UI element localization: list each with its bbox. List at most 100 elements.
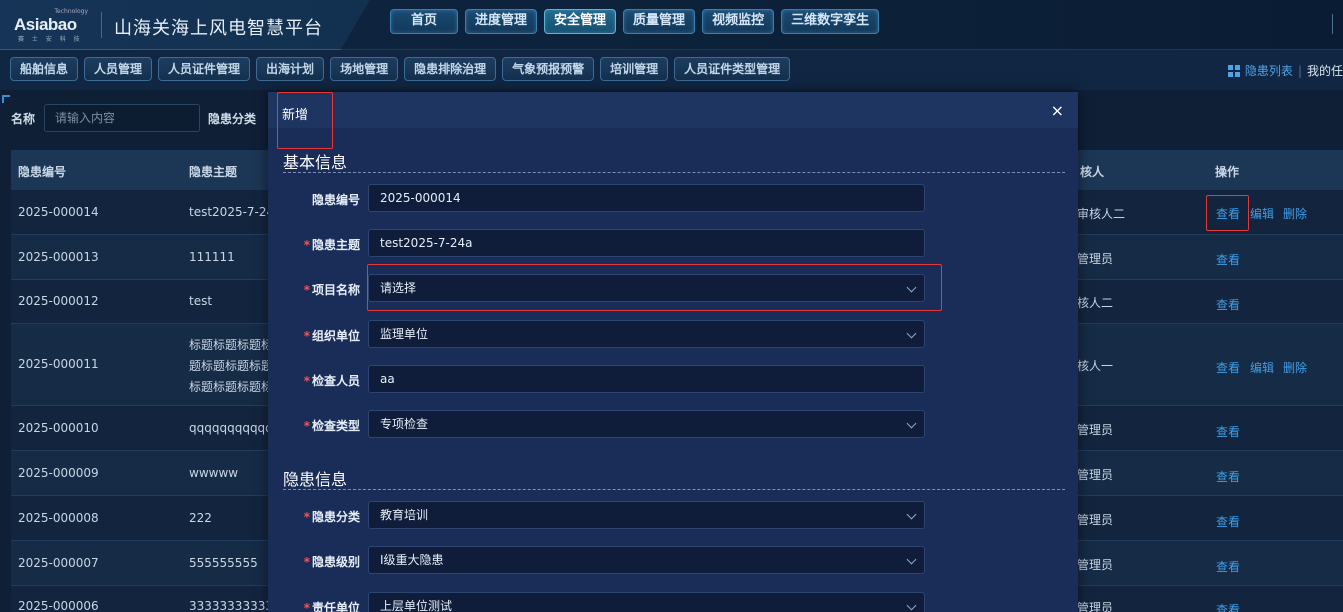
cell-subject: 222 bbox=[189, 511, 212, 525]
view-button[interactable]: 查看 bbox=[1216, 296, 1240, 313]
filter-category-label: 隐患分类 bbox=[208, 112, 257, 126]
label-inspector: * 检查人员 bbox=[303, 374, 360, 388]
label-hazard-subject: * 隐患主题 bbox=[303, 238, 360, 252]
platform-title: 山海关海上风电智慧平台 bbox=[114, 18, 323, 39]
cell-number: 2025-000012 bbox=[18, 294, 99, 308]
hazard-level-select[interactable]: I级重大隐患 bbox=[368, 546, 925, 574]
section-basic-info: 基本信息 bbox=[283, 153, 348, 172]
section-divider bbox=[283, 172, 1065, 173]
view-button[interactable]: 查看 bbox=[1216, 558, 1240, 575]
label-org-unit: * 组织单位 bbox=[303, 329, 360, 343]
subnav-site[interactable]: 场地管理 bbox=[330, 57, 399, 81]
delete-button[interactable]: 删除 bbox=[1283, 205, 1307, 222]
cell-reviewer: 管理员 bbox=[1077, 423, 1114, 437]
label-project-name: * 项目名称 bbox=[303, 283, 360, 297]
add-hazard-dialog: 新增 × 基本信息 隐患编号 2025-000014 * 隐患主题 test202… bbox=[268, 92, 1078, 612]
logo-divider bbox=[101, 12, 102, 38]
view-button[interactable]: 查看 bbox=[1216, 423, 1240, 440]
hazard-category-value: 教育培训 bbox=[380, 508, 429, 522]
view-button[interactable]: 查看 bbox=[1216, 513, 1240, 530]
nav-digital-twin[interactable]: 三维数字孪生 bbox=[781, 9, 880, 34]
hazard-number-field[interactable]: 2025-000014 bbox=[368, 184, 925, 212]
cell-subject-line2: 题标题标题标题 bbox=[189, 359, 274, 373]
cell-number: 2025-000006 bbox=[18, 599, 99, 612]
section-divider bbox=[283, 489, 1065, 490]
cell-subject: 111111 bbox=[189, 250, 235, 264]
logo-tagline: Technology bbox=[54, 8, 88, 15]
view-button-highlight bbox=[1206, 195, 1249, 231]
nav-progress[interactable]: 进度管理 bbox=[465, 9, 538, 34]
org-unit-select[interactable]: 监理单位 bbox=[368, 320, 925, 348]
main-nav: 首页 进度管理 安全管理 质量管理 视频监控 三维数字孪生 bbox=[390, 9, 880, 34]
nav-safety[interactable]: 安全管理 bbox=[544, 9, 617, 34]
th-number: 隐患编号 bbox=[18, 165, 67, 179]
cell-reviewer: 管理员 bbox=[1077, 601, 1114, 612]
sub-nav: 船舶信息 人员管理 人员证件管理 出海计划 场地管理 隐患排除治理 气象预报预警… bbox=[0, 50, 1343, 90]
subnav-personnel[interactable]: 人员管理 bbox=[84, 57, 153, 81]
check-type-value: 专项检查 bbox=[380, 417, 429, 431]
cell-number: 2025-000014 bbox=[18, 205, 99, 219]
cell-reviewer: 管理员 bbox=[1077, 252, 1114, 266]
cell-reviewer: 审核人二 bbox=[1077, 207, 1126, 221]
dialog-header: 新增 × bbox=[268, 92, 1078, 128]
hazard-subject-field[interactable]: test2025-7-24a bbox=[368, 229, 925, 257]
subnav-training[interactable]: 培训管理 bbox=[600, 57, 669, 81]
org-unit-value: 监理单位 bbox=[380, 327, 429, 341]
subnav-hazard[interactable]: 隐患排除治理 bbox=[404, 57, 497, 81]
cell-subject-line3: 标题标题标题标 bbox=[189, 380, 274, 394]
nav-home[interactable]: 首页 bbox=[390, 9, 459, 34]
view-button[interactable]: 查看 bbox=[1216, 251, 1240, 268]
edit-button[interactable]: 编辑 bbox=[1250, 359, 1274, 376]
view-button[interactable]: 查看 bbox=[1216, 468, 1240, 485]
cell-reviewer: 管理员 bbox=[1077, 468, 1114, 482]
logo-subtitle: 赛 士 安 科 技 bbox=[18, 36, 83, 43]
responsible-unit-select[interactable]: 上层单位测试 bbox=[368, 592, 925, 612]
company-logo: Technology Asiabao 赛 士 安 科 技 bbox=[10, 8, 92, 43]
cell-reviewer: 管理员 bbox=[1077, 513, 1114, 527]
cell-subject: 555555555 bbox=[189, 556, 258, 570]
subnav-weather[interactable]: 气象预报预警 bbox=[502, 57, 595, 81]
header-divider bbox=[1332, 14, 1333, 34]
responsible-unit-value: 上层单位测试 bbox=[380, 599, 453, 612]
cell-number: 2025-000009 bbox=[18, 466, 99, 480]
subnav-cert-types[interactable]: 人员证件类型管理 bbox=[674, 57, 791, 81]
filter-name-input[interactable]: 请输入内容 bbox=[44, 104, 200, 132]
hazard-level-value: I级重大隐患 bbox=[380, 553, 444, 567]
section-hazard-info: 隐患信息 bbox=[283, 470, 348, 489]
cell-number: 2025-000010 bbox=[18, 421, 99, 435]
filter-name-label: 名称 bbox=[11, 112, 36, 126]
cell-number: 2025-000011 bbox=[18, 357, 99, 371]
cell-number: 2025-000007 bbox=[18, 556, 99, 570]
label-hazard-number: 隐患编号 bbox=[311, 193, 360, 207]
chevron-down-icon bbox=[906, 509, 917, 520]
inspector-field[interactable]: aa bbox=[368, 365, 925, 393]
top-header: Technology Asiabao 赛 士 安 科 技 山海关海上风电智慧平台… bbox=[0, 0, 1343, 50]
label-responsible-unit: * 责任单位 bbox=[303, 601, 360, 612]
nav-quality[interactable]: 质量管理 bbox=[623, 9, 696, 34]
edit-button[interactable]: 编辑 bbox=[1250, 205, 1274, 222]
hazard-category-select[interactable]: 教育培训 bbox=[368, 501, 925, 529]
cell-reviewer: 核人一 bbox=[1077, 359, 1114, 373]
label-hazard-level: * 隐患级别 bbox=[303, 555, 360, 569]
chevron-down-icon bbox=[906, 418, 917, 429]
view-switch: 隐患列表 | 我的任 bbox=[1227, 62, 1343, 79]
view-switch-separator: | bbox=[1297, 63, 1302, 78]
cell-subject: 标题标题标题标 bbox=[189, 338, 274, 352]
subnav-sea-plan[interactable]: 出海计划 bbox=[256, 57, 325, 81]
subnav-ship-info[interactable]: 船舶信息 bbox=[10, 57, 79, 81]
hazard-list-link[interactable]: 隐患列表 bbox=[1245, 62, 1293, 79]
check-type-select[interactable]: 专项检查 bbox=[368, 410, 925, 438]
subnav-certificates[interactable]: 人员证件管理 bbox=[158, 57, 251, 81]
cell-subject: test bbox=[189, 294, 213, 308]
grid-icon bbox=[1227, 64, 1240, 77]
nav-video[interactable]: 视频监控 bbox=[702, 9, 775, 34]
view-button[interactable]: 查看 bbox=[1216, 359, 1240, 376]
my-tasks-link[interactable]: 我的任 bbox=[1307, 62, 1343, 79]
cell-number: 2025-000008 bbox=[18, 511, 99, 525]
cell-subject: 333333333333 bbox=[189, 599, 281, 612]
delete-button[interactable]: 删除 bbox=[1283, 359, 1307, 376]
view-button[interactable]: 查看 bbox=[1216, 601, 1240, 612]
close-icon[interactable]: × bbox=[1051, 101, 1064, 120]
label-check-type: * 检查类型 bbox=[303, 419, 360, 433]
chevron-down-icon bbox=[906, 554, 917, 565]
